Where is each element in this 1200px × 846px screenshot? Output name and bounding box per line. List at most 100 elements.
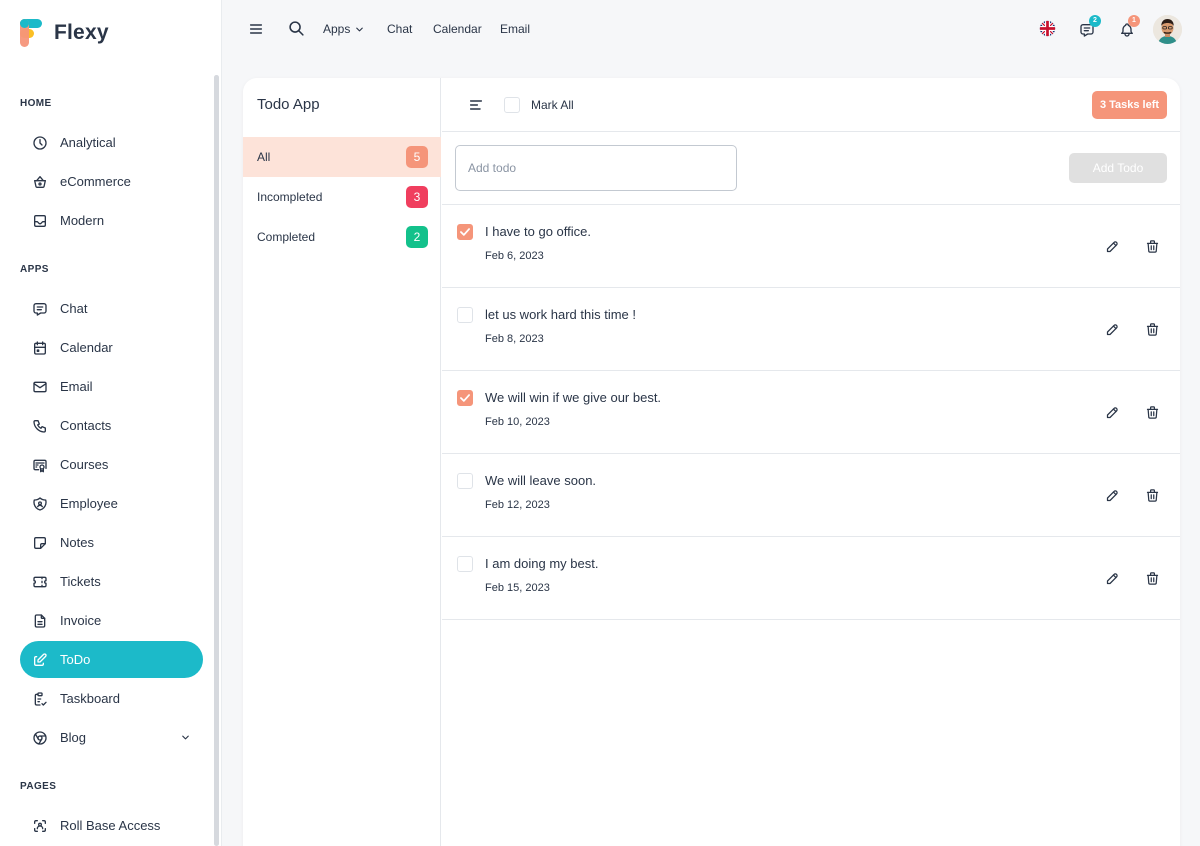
scan-face-icon xyxy=(34,819,46,832)
add-todo-row: Add Todo xyxy=(442,132,1180,205)
filter-completed[interactable]: Completed 2 xyxy=(243,217,441,257)
mark-all-checkbox[interactable] xyxy=(504,97,520,113)
filter-all[interactable]: All 5 xyxy=(243,137,441,177)
todo-text: We will win if we give our best. xyxy=(485,390,662,405)
chevron-down-icon xyxy=(356,27,364,31)
sidebar-item-notes[interactable]: Notes xyxy=(20,524,203,561)
sidebar-item-label: Invoice xyxy=(60,613,102,628)
todo-checkbox[interactable] xyxy=(457,473,473,489)
sidebar-item-label: Analytical xyxy=(60,135,116,150)
sidebar-item-calendar[interactable]: Calendar xyxy=(20,329,203,366)
section-label-apps: APPS xyxy=(20,264,49,275)
edit-todo-button[interactable] xyxy=(1105,571,1121,587)
todo-list-pane: Mark All 3 Tasks left Add Todo I have to… xyxy=(442,78,1180,846)
sidebar-item-analytical[interactable]: Analytical xyxy=(20,124,203,161)
search-button[interactable] xyxy=(288,20,305,37)
edit-todo-button[interactable] xyxy=(1105,405,1121,421)
sidebar-item-label: Email xyxy=(60,379,93,394)
calendar-icon xyxy=(34,340,46,355)
todo-item: I have to go office. Feb 6, 2023 xyxy=(442,205,1180,288)
uk-flag-icon xyxy=(1039,20,1056,37)
pencil-icon xyxy=(1106,407,1118,419)
todo-text: I am doing my best. xyxy=(485,556,599,571)
filter-label: All xyxy=(257,150,271,164)
mark-all-label: Mark All xyxy=(531,98,574,112)
sidebar-item-ecommerce[interactable]: eCommerce xyxy=(20,163,203,200)
todo-item: We will win if we give our best. Feb 10,… xyxy=(442,371,1180,454)
menu-toggle-button[interactable] xyxy=(248,21,264,37)
check-icon xyxy=(460,394,470,402)
messages-badge: 2 xyxy=(1089,15,1101,27)
todo-card: Todo App All 5 Incompleted 3 Completed 2… xyxy=(243,78,1180,846)
sidebar-item-taskboard[interactable]: Taskboard xyxy=(20,680,203,717)
delete-todo-button[interactable] xyxy=(1145,571,1161,587)
todo-checkbox[interactable] xyxy=(457,556,473,572)
sidebar-item-tickets[interactable]: Tickets xyxy=(20,563,203,600)
flexy-logo-icon xyxy=(20,19,44,47)
todo-filter-pane: Todo App All 5 Incompleted 3 Completed 2 xyxy=(243,78,441,846)
add-todo-input[interactable] xyxy=(455,145,737,191)
search-icon xyxy=(289,21,304,36)
filter-count-badge: 5 xyxy=(406,146,428,168)
todo-text: I have to go office. xyxy=(485,224,591,239)
sidebar-item-label: Roll Base Access xyxy=(60,818,161,833)
todo-item: We will leave soon. Feb 12, 2023 xyxy=(442,454,1180,537)
todo-text: let us work hard this time ! xyxy=(485,307,636,322)
sidebar-scrollbar-thumb[interactable] xyxy=(214,75,219,846)
filter-pane-toggle-button[interactable] xyxy=(468,97,484,113)
sidebar-item-blog[interactable]: Blog xyxy=(20,719,203,756)
edit-todo-button[interactable] xyxy=(1105,488,1121,504)
apps-dropdown[interactable]: Apps xyxy=(323,22,365,36)
sidebar-item-email[interactable]: Email xyxy=(20,368,203,405)
email-link[interactable]: Email xyxy=(500,22,530,36)
todo-checkbox[interactable] xyxy=(457,224,473,240)
sidebar-item-label: Modern xyxy=(60,213,105,228)
sidebar-item-label: Taskboard xyxy=(60,691,120,706)
filter-label: Incompleted xyxy=(257,190,323,204)
delete-todo-button[interactable] xyxy=(1145,239,1161,255)
todo-checkbox[interactable] xyxy=(457,390,473,406)
shield-icon xyxy=(33,496,47,511)
pie-chart-icon xyxy=(33,135,47,150)
todo-checkbox[interactable] xyxy=(457,307,473,323)
sidebar-item-chat[interactable]: Chat xyxy=(20,290,203,327)
add-todo-button[interactable]: Add Todo xyxy=(1069,153,1167,183)
tasks-left-badge: 3 Tasks left xyxy=(1092,91,1167,119)
sidebar-item-label: ToDo xyxy=(60,652,91,667)
delete-todo-button[interactable] xyxy=(1145,405,1161,421)
language-button[interactable] xyxy=(1039,20,1056,37)
sidebar-item-label: Tickets xyxy=(60,574,101,589)
sidebar-item-label: Contacts xyxy=(60,418,112,433)
sidebar-item-contacts[interactable]: Contacts xyxy=(20,407,203,444)
todo-date: Feb 12, 2023 xyxy=(485,499,550,511)
sidebar-item-label: Courses xyxy=(60,457,109,472)
sidebar-item-label: eCommerce xyxy=(60,174,131,189)
todo-date: Feb 10, 2023 xyxy=(485,416,550,428)
sidebar-item-courses[interactable]: Courses xyxy=(20,446,203,483)
todo-toolbar: Mark All 3 Tasks left xyxy=(442,78,1180,132)
chat-link[interactable]: Chat xyxy=(387,22,412,36)
hamburger-icon xyxy=(249,24,263,34)
edit-todo-button[interactable] xyxy=(1105,322,1121,338)
phone-icon xyxy=(33,419,46,433)
edit-todo-button[interactable] xyxy=(1105,239,1121,255)
chrome-icon xyxy=(33,730,47,745)
calendar-link[interactable]: Calendar xyxy=(433,22,482,36)
user-avatar[interactable] xyxy=(1153,15,1182,44)
sidebar-item-modern[interactable]: Modern xyxy=(20,202,203,239)
sidebar-item-invoice[interactable]: Invoice xyxy=(20,602,203,639)
sidebar-item-roll-base-access[interactable]: Roll Base Access xyxy=(20,807,203,844)
filter-incompleted[interactable]: Incompleted 3 xyxy=(243,177,441,217)
sidebar-item-employee[interactable]: Employee xyxy=(20,485,203,522)
todo-date: Feb 15, 2023 xyxy=(485,582,550,594)
delete-todo-button[interactable] xyxy=(1145,322,1161,338)
sidebar-item-todo[interactable]: ToDo xyxy=(20,641,203,678)
todo-date: Feb 8, 2023 xyxy=(485,333,544,345)
sidebar-scrollbar[interactable] xyxy=(214,75,219,846)
brand-logo[interactable]: Flexy xyxy=(20,19,109,47)
basket-icon xyxy=(34,175,46,188)
todo-item: let us work hard this time ! Feb 8, 2023 xyxy=(442,288,1180,371)
pencil-icon xyxy=(1106,324,1118,336)
clipboard-icon xyxy=(34,691,47,706)
delete-todo-button[interactable] xyxy=(1145,488,1161,504)
